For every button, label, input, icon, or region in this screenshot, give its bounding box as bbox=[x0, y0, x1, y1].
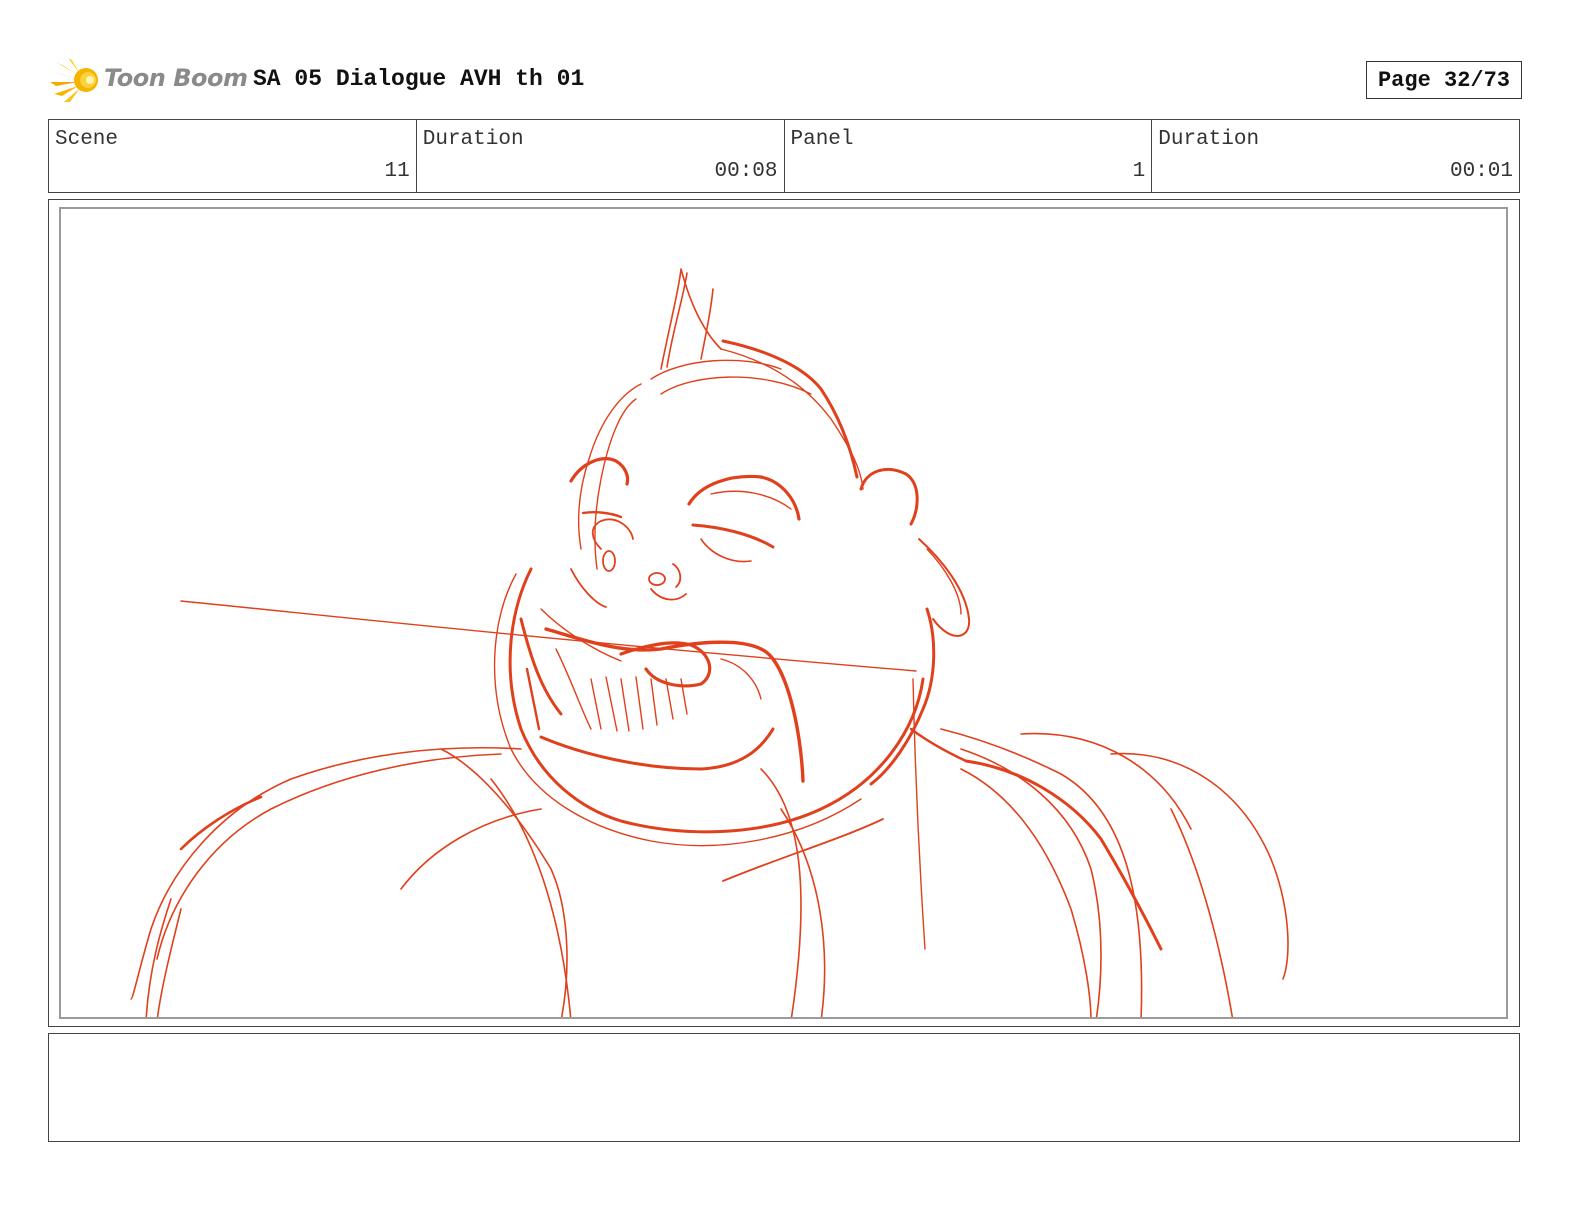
scene-duration-value: 00:08 bbox=[714, 160, 778, 183]
panel-value: 1 bbox=[1132, 160, 1146, 183]
starburst-logo-icon bbox=[50, 58, 98, 102]
panel-cell: Panel 1 bbox=[785, 120, 1153, 192]
scene-label: Scene bbox=[55, 128, 119, 151]
character-sketch bbox=[130, 268, 1289, 1017]
panel-frame bbox=[48, 199, 1520, 1027]
panel-duration-value: 00:01 bbox=[1449, 160, 1513, 183]
panel-duration-cell: Duration 00:01 bbox=[1152, 120, 1519, 192]
toon-boom-logo: Toon Boom bbox=[50, 56, 250, 104]
scene-duration-label: Duration bbox=[422, 128, 524, 151]
scene-info-table: Scene 11 Duration 00:08 Panel 1 Duration… bbox=[48, 119, 1520, 193]
panel-duration-label: Duration bbox=[1158, 128, 1260, 151]
panel-image-area bbox=[59, 207, 1508, 1019]
project-title: SA 05 Dialogue AVH th 01 bbox=[253, 66, 585, 92]
storyboard-header: Toon Boom SA 05 Dialogue AVH th 01 Page … bbox=[48, 56, 1522, 104]
scene-value: 11 bbox=[384, 160, 410, 183]
logo-wordmark: Toon Boom bbox=[104, 64, 248, 92]
scene-duration-cell: Duration 00:08 bbox=[417, 120, 785, 192]
notes-box bbox=[48, 1033, 1520, 1142]
page-indicator: Page 32/73 bbox=[1366, 61, 1522, 99]
panel-label: Panel bbox=[790, 128, 854, 151]
scene-cell: Scene 11 bbox=[49, 120, 417, 192]
